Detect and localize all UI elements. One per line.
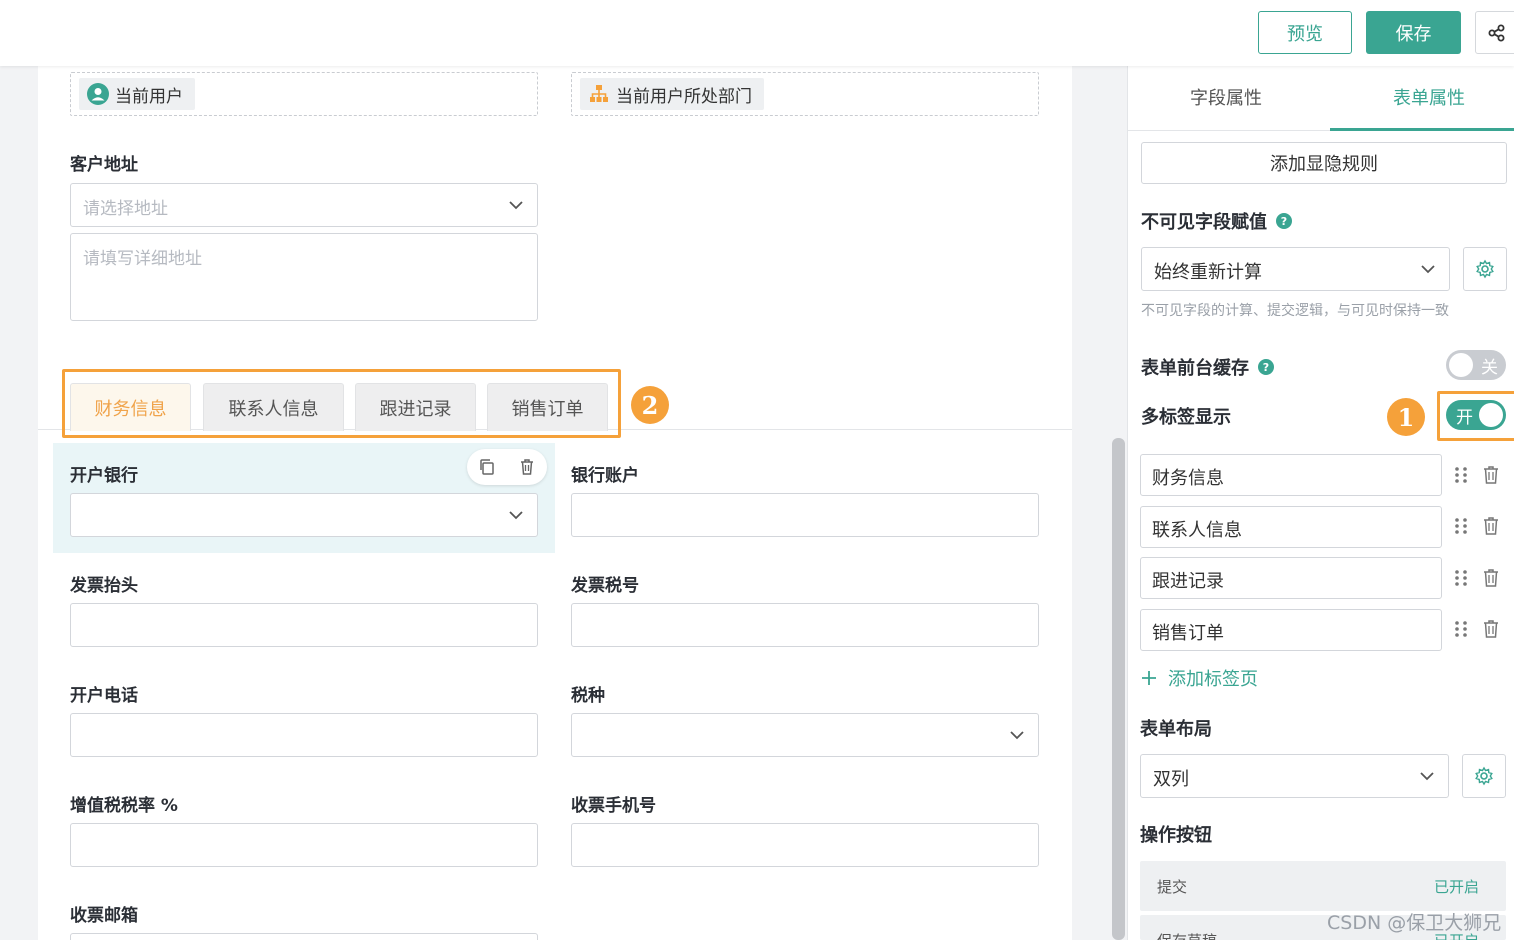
user-icon: [87, 83, 109, 105]
drag-handle-icon[interactable]: [1453, 619, 1469, 639]
tax-no-input[interactable]: [571, 603, 1039, 647]
email-label: 收票邮箱: [70, 906, 138, 926]
canvas-scrollbar[interactable]: [1112, 438, 1125, 940]
tax-type-select[interactable]: [571, 713, 1039, 757]
tab-followup[interactable]: 跟进记录: [355, 383, 476, 431]
plus-icon: [1142, 671, 1156, 685]
address-label: 客户地址: [70, 155, 138, 175]
share-icon: [1488, 24, 1505, 41]
copy-icon[interactable]: [478, 458, 496, 476]
trash-icon[interactable]: [1482, 568, 1500, 588]
tab-item-input[interactable]: 销售订单: [1140, 609, 1442, 651]
action-row-submit[interactable]: 提交 已开启: [1140, 861, 1506, 911]
invoice-title-input[interactable]: [70, 603, 538, 647]
top-toolbar: 预览 保存: [0, 0, 1514, 66]
current-dept-chip: 当前用户所处部门: [580, 78, 764, 110]
actions-label: 操作按钮: [1140, 825, 1212, 846]
tab-item-input[interactable]: 联系人信息: [1140, 506, 1442, 548]
trash-icon[interactable]: [1482, 516, 1500, 536]
watermark: CSDN @保卫大狮兄: [1327, 912, 1502, 934]
current-user-label: 当前用户: [115, 86, 183, 107]
tab-finance[interactable]: 财务信息: [70, 383, 191, 431]
current-user-field[interactable]: 当前用户: [70, 72, 538, 116]
trash-icon[interactable]: [1482, 465, 1500, 485]
address-select-placeholder: 请选择地址: [83, 199, 168, 219]
tax-no-label: 发票税号: [571, 576, 639, 596]
email-input[interactable]: [70, 933, 538, 940]
vat-rate-input[interactable]: [70, 823, 538, 867]
current-dept-label: 当前用户所处部门: [616, 86, 752, 107]
share-button[interactable]: [1475, 11, 1514, 54]
address-detail-textarea[interactable]: 请填写详细地址: [70, 233, 538, 321]
tab-sales-order[interactable]: 销售订单: [487, 383, 608, 431]
callout-badge-2: 2: [631, 386, 669, 424]
tax-type-label: 税种: [571, 686, 605, 706]
address-select[interactable]: 请选择地址: [70, 183, 538, 227]
chevron-down-icon: [509, 511, 523, 520]
action-name: 提交: [1157, 878, 1188, 896]
org-chart-icon: [588, 83, 610, 105]
invoice-title-label: 发票抬头: [70, 576, 138, 596]
mobile-label: 收票手机号: [571, 796, 656, 816]
mobile-input[interactable]: [571, 823, 1039, 867]
drag-handle-icon[interactable]: [1453, 516, 1469, 536]
current-user-chip: 当前用户: [79, 78, 195, 110]
drag-handle-icon[interactable]: [1453, 568, 1469, 588]
save-button[interactable]: 保存: [1366, 11, 1461, 54]
tab-contacts[interactable]: 联系人信息: [203, 383, 344, 431]
bank-select[interactable]: [70, 493, 538, 537]
bank-label: 开户银行: [70, 466, 138, 486]
action-status: 已开启: [1433, 878, 1479, 896]
trash-icon[interactable]: [1482, 619, 1500, 639]
add-tab-label: 添加标签页: [1168, 669, 1258, 690]
chevron-down-icon: [1420, 772, 1434, 781]
current-dept-field[interactable]: 当前用户所处部门: [571, 72, 1039, 116]
preview-button[interactable]: 预览: [1258, 11, 1352, 54]
layout-settings-button[interactable]: [1462, 754, 1506, 798]
vat-rate-label: 增值税税率 %: [70, 796, 178, 816]
phone-label: 开户电话: [70, 686, 138, 706]
layout-select[interactable]: 双列: [1140, 754, 1449, 798]
gear-icon: [1475, 766, 1493, 786]
phone-input[interactable]: [70, 713, 538, 757]
tab-items-list: 财务信息 联系人信息 跟进记录 销售订单 添加标签页 表单布局 双列 操作按钮 …: [1127, 0, 1514, 940]
tabs-highlight-frame: 财务信息 联系人信息 跟进记录 销售订单: [62, 369, 621, 438]
action-name: 保存草稿: [1157, 930, 1217, 940]
chevron-down-icon: [509, 201, 523, 210]
field-actions: [467, 449, 547, 485]
layout-value: 双列: [1153, 769, 1189, 790]
tab-item-input[interactable]: 跟进记录: [1140, 557, 1442, 599]
account-label: 银行账户: [571, 466, 639, 486]
layout-label: 表单布局: [1140, 719, 1212, 740]
chevron-down-icon: [1010, 731, 1024, 740]
tab-item-input[interactable]: 财务信息: [1140, 454, 1442, 496]
account-input[interactable]: [571, 493, 1039, 537]
drag-handle-icon[interactable]: [1453, 465, 1469, 485]
address-detail-placeholder: 请填写详细地址: [83, 249, 202, 269]
add-tab-button[interactable]: 添加标签页: [1140, 665, 1258, 691]
trash-icon[interactable]: [518, 458, 536, 476]
